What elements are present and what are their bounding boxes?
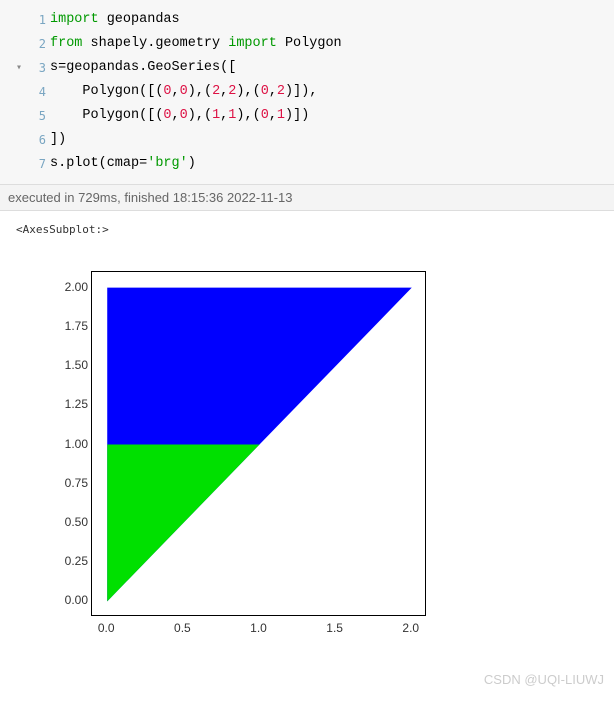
fold-gutter[interactable]: ▾ xyxy=(16,56,28,80)
line-number: 2 xyxy=(28,32,46,56)
code-line[interactable]: 5 Polygon([(0,0),(1,1),(0,1)]) xyxy=(4,104,614,128)
code-text[interactable]: import geopandas xyxy=(50,8,180,32)
execution-status: executed in 729ms, finished 18:15:36 202… xyxy=(0,184,614,211)
watermark: CSDN @UQI-LIUWJ xyxy=(0,672,614,687)
code-line[interactable]: 7s.plot(cmap='brg') xyxy=(4,152,614,176)
y-tick-label: 0.00 xyxy=(65,593,88,607)
code-text[interactable]: ]) xyxy=(50,128,66,152)
line-number: 1 xyxy=(28,8,46,32)
code-line[interactable]: 4 Polygon([(0,0),(2,2),(0,2)]), xyxy=(4,80,614,104)
code-text[interactable]: Polygon([(0,0),(2,2),(0,2)]), xyxy=(50,80,317,104)
y-tick-label: 1.25 xyxy=(65,397,88,411)
x-tick-label: 0.5 xyxy=(174,621,191,635)
code-line[interactable]: 2from shapely.geometry import Polygon xyxy=(4,32,614,56)
code-text[interactable]: s.plot(cmap='brg') xyxy=(50,152,196,176)
repr-output: <AxesSubplot:> xyxy=(16,223,598,236)
plot-figure: 0.00 0.25 0.50 0.75 1.00 1.25 1.50 1.75 2.00 0.0… xyxy=(36,256,441,666)
y-tick-label: 0.25 xyxy=(65,554,88,568)
x-tick-label: 2.0 xyxy=(402,621,419,635)
code-text[interactable]: Polygon([(0,0),(1,1),(0,1)]) xyxy=(50,104,309,128)
plot-svg xyxy=(92,272,427,617)
plot-axes xyxy=(91,271,426,616)
y-tick-label: 1.50 xyxy=(65,358,88,372)
x-tick-label: 1.0 xyxy=(250,621,267,635)
code-line[interactable]: ▾3s=geopandas.GeoSeries([ xyxy=(4,56,614,80)
y-tick-label: 0.50 xyxy=(65,515,88,529)
line-number: 4 xyxy=(28,80,46,104)
code-cell[interactable]: 1import geopandas2from shapely.geometry … xyxy=(0,0,614,184)
cell-output: <AxesSubplot:> 0.00 0.25 0.50 0.75 1.00 1.25 1… xyxy=(0,211,614,678)
line-number: 5 xyxy=(28,104,46,128)
code-text[interactable]: from shapely.geometry import Polygon xyxy=(50,32,342,56)
y-tick-label: 1.75 xyxy=(65,319,88,333)
line-number: 6 xyxy=(28,128,46,152)
code-line[interactable]: 6]) xyxy=(4,128,614,152)
code-line[interactable]: 1import geopandas xyxy=(4,8,614,32)
code-text[interactable]: s=geopandas.GeoSeries([ xyxy=(50,56,236,80)
line-number: 7 xyxy=(28,152,46,176)
y-tick-label: 0.75 xyxy=(65,476,88,490)
x-tick-label: 1.5 xyxy=(326,621,343,635)
y-tick-label: 1.00 xyxy=(65,437,88,451)
y-tick-label: 2.00 xyxy=(65,280,88,294)
x-tick-label: 0.0 xyxy=(98,621,115,635)
line-number: 3 xyxy=(28,56,46,80)
